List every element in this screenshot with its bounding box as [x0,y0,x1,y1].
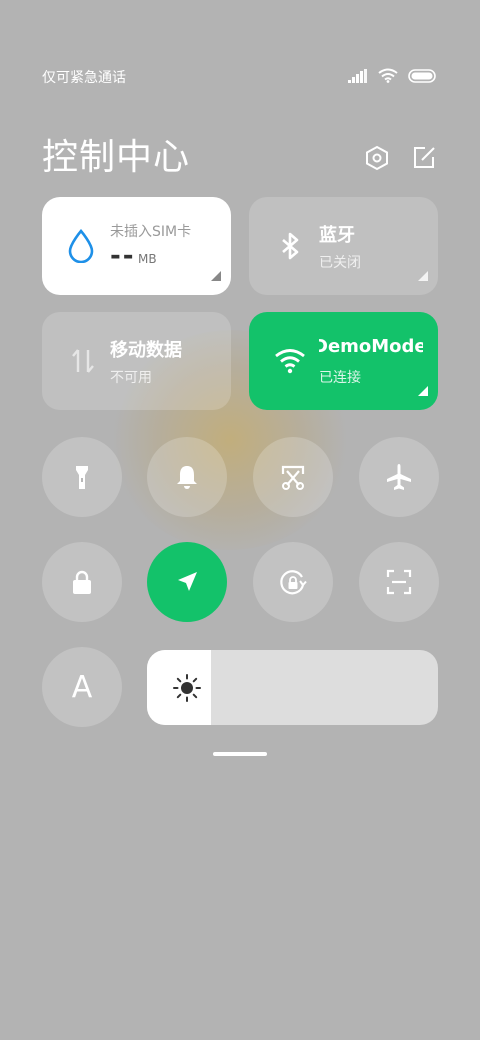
mobile-data-name: 移动数据 [110,340,182,361]
status-bar: 仅可紧急通话 [42,62,438,90]
bluetooth-tile[interactable]: 蓝牙 已关闭 [249,197,438,295]
font-size-label: A [71,669,93,705]
tile-corner-indicator [418,386,428,396]
rotation-lock-toggle[interactable] [253,542,333,622]
tile-corner-indicator [418,271,428,281]
scanner-toggle[interactable] [359,542,439,622]
edit-icon[interactable] [411,145,437,171]
battery-icon [408,68,436,83]
wifi-network-name: DemoMode [319,336,423,357]
wifi-status: 已连接 [319,370,361,386]
water-drop-icon [68,229,94,263]
airplane-mode-toggle[interactable] [359,437,439,517]
data-usage-unit: MB [138,252,157,266]
sound-toggle[interactable] [147,437,227,517]
font-size-button[interactable]: A [42,647,122,727]
lock-screen-toggle[interactable] [42,542,122,622]
wifi-tile[interactable]: DemoMode 已连接 [249,312,438,410]
bluetooth-name: 蓝牙 [319,225,355,246]
sim-status-label: 未插入SIM卡 [110,224,192,240]
data-usage-value: -- [110,241,136,271]
data-arrows-icon [72,349,94,373]
wifi-icon [275,349,305,374]
bluetooth-icon [282,232,299,260]
lock-icon [73,570,91,594]
bluetooth-status: 已关闭 [319,255,361,271]
mobile-data-tile[interactable]: 移动数据 不可用 [42,312,231,410]
panel-drag-handle[interactable] [213,752,267,756]
bell-icon [177,466,197,489]
location-toggle[interactable] [147,542,227,622]
airplane-icon [387,464,411,490]
page-title: 控制中心 [42,137,191,178]
flashlight-icon [76,466,88,489]
location-icon [178,572,197,591]
sun-icon [173,674,201,702]
signal-icon [348,68,367,83]
carrier-status-text: 仅可紧急通话 [42,70,126,86]
data-usage-tile[interactable]: 未插入SIM卡 -- MB [42,197,231,295]
screenshot-icon [281,465,305,490]
wifi-icon [378,68,398,83]
scan-icon [386,569,412,595]
tile-corner-indicator [211,271,221,281]
rotation-lock-icon [280,570,307,595]
screenshot-toggle[interactable] [253,437,333,517]
brightness-slider[interactable] [147,650,438,725]
flashlight-toggle[interactable] [42,437,122,517]
settings-hexagon-icon[interactable] [364,145,390,171]
mobile-data-status: 不可用 [110,370,152,386]
